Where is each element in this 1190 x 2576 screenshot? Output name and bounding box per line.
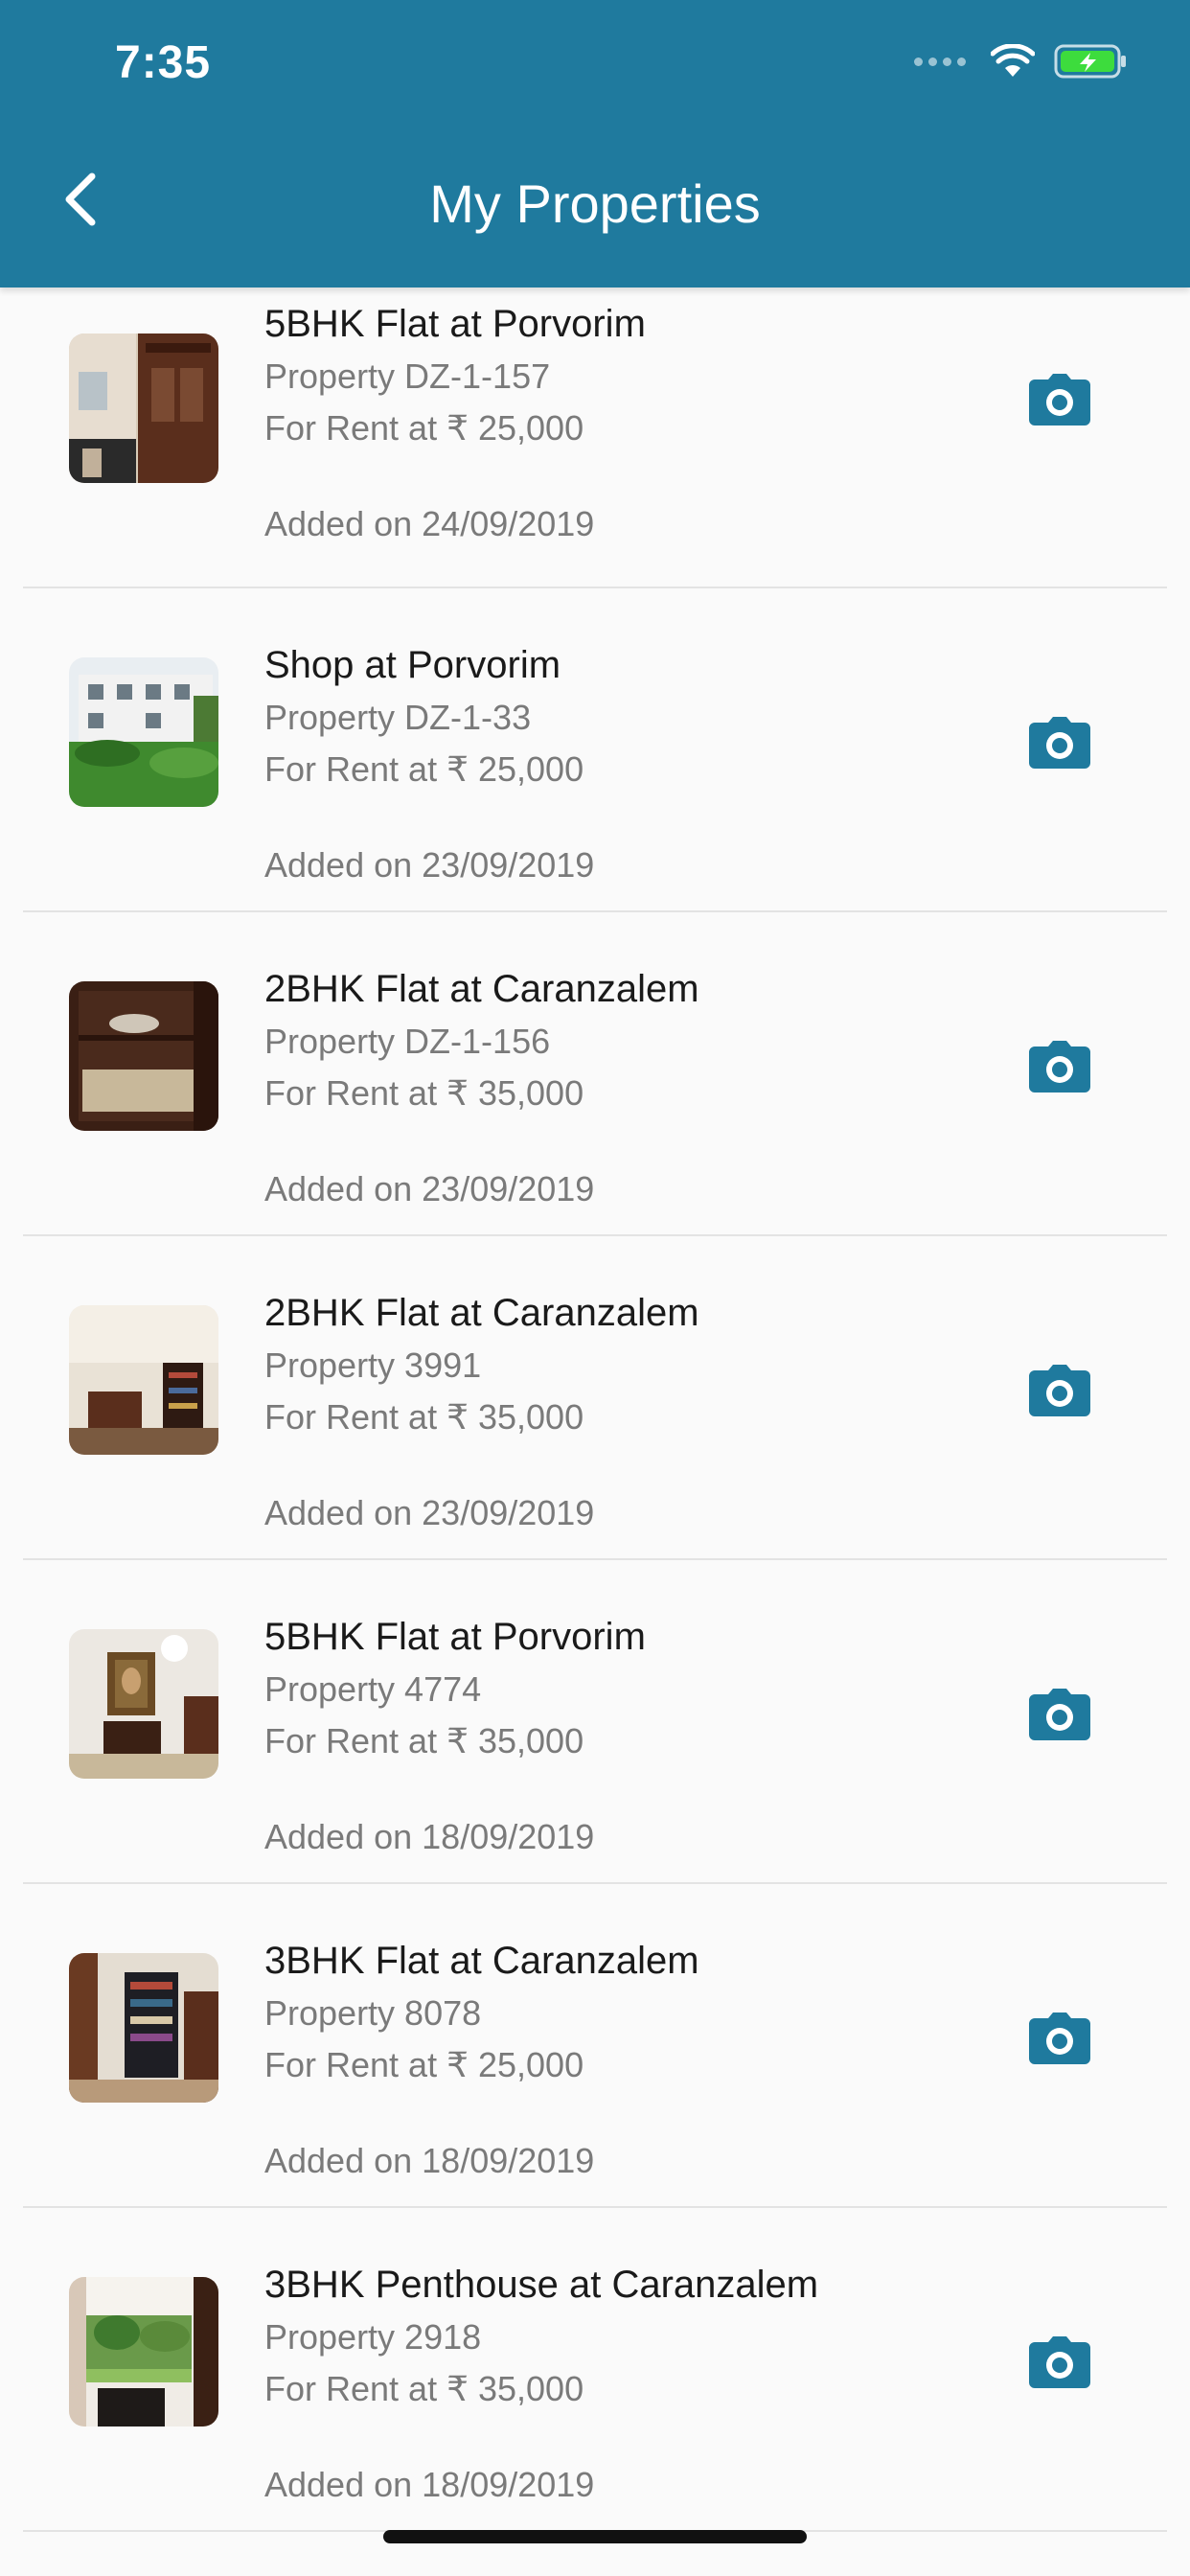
property-price: For Rent at ₹ 25,000: [264, 2045, 584, 2084]
property-id: Property DZ-1-33: [264, 698, 532, 737]
property-row[interactable]: 5BHK Flat at Porvorim Property DZ-1-157 …: [0, 288, 1190, 588]
camera-icon[interactable]: [1029, 372, 1090, 426]
property-price: For Rent at ₹ 35,000: [264, 1721, 584, 1760]
camera-icon[interactable]: [1029, 2011, 1090, 2064]
property-row[interactable]: 2BHK Flat at Caranzalem Property DZ-1-15…: [0, 912, 1190, 1236]
property-id: Property 2918: [264, 2317, 482, 2357]
property-info: 2BHK Flat at Caranzalem Property 3991 Fo…: [264, 1286, 979, 1539]
property-id: Property DZ-1-157: [264, 356, 551, 396]
property-id: Property 8078: [264, 1993, 482, 2033]
status-icons: [914, 44, 1129, 79]
app-header: 7:35 My Properties: [0, 0, 1190, 288]
property-row[interactable]: Shop at Porvorim Property DZ-1-33 For Re…: [0, 588, 1190, 912]
property-thumbnail[interactable]: [69, 334, 218, 483]
property-info: 5BHK Flat at Porvorim Property 4774 For …: [264, 1610, 979, 1863]
camera-icon[interactable]: [1029, 1687, 1090, 1740]
property-row[interactable]: 5BHK Flat at Porvorim Property 4774 For …: [0, 1560, 1190, 1884]
property-info: 2BHK Flat at Caranzalem Property DZ-1-15…: [264, 962, 979, 1215]
camera-icon[interactable]: [1029, 1363, 1090, 1416]
home-indicator[interactable]: [383, 2530, 807, 2543]
status-time: 7:35: [115, 37, 212, 88]
property-thumbnail[interactable]: [69, 981, 218, 1131]
property-id: Property 3991: [264, 1346, 482, 1385]
property-title: 5BHK Flat at Porvorim: [264, 1616, 646, 1658]
battery-icon: [1054, 44, 1126, 79]
property-added-date: Added on 23/09/2019: [264, 1493, 595, 1532]
property-price: For Rent at ₹ 35,000: [264, 2369, 584, 2408]
camera-icon[interactable]: [1029, 1039, 1090, 1092]
property-title: 5BHK Flat at Porvorim: [264, 303, 646, 345]
property-thumbnail[interactable]: [69, 1953, 218, 2103]
property-added-date: Added on 18/09/2019: [264, 2141, 595, 2180]
property-info: 5BHK Flat at Porvorim Property DZ-1-157 …: [264, 297, 979, 550]
property-added-date: Added on 18/09/2019: [264, 2465, 595, 2504]
wifi-icon: [991, 44, 1035, 77]
property-row[interactable]: 3BHK Penthouse at Caranzalem Property 29…: [0, 2208, 1190, 2532]
property-title: 2BHK Flat at Caranzalem: [264, 1292, 699, 1334]
property-info: Shop at Porvorim Property DZ-1-33 For Re…: [264, 638, 979, 891]
property-title: 3BHK Flat at Caranzalem: [264, 1940, 699, 1982]
property-id: Property 4774: [264, 1669, 482, 1709]
property-added-date: Added on 23/09/2019: [264, 845, 595, 885]
property-info: 3BHK Flat at Caranzalem Property 8078 Fo…: [264, 1934, 979, 2187]
property-thumbnail[interactable]: [69, 1629, 218, 1779]
property-thumbnail[interactable]: [69, 657, 218, 807]
page-title: My Properties: [429, 173, 761, 234]
property-list: 5BHK Flat at Porvorim Property DZ-1-157 …: [0, 288, 1190, 2532]
property-added-date: Added on 18/09/2019: [264, 1817, 595, 1856]
property-price: For Rent at ₹ 35,000: [264, 1397, 584, 1437]
property-id: Property DZ-1-156: [264, 1022, 551, 1061]
property-thumbnail[interactable]: [69, 1305, 218, 1455]
property-price: For Rent at ₹ 35,000: [264, 1073, 584, 1113]
signal-icon: [914, 57, 966, 66]
camera-icon[interactable]: [1029, 2334, 1090, 2388]
property-info: 3BHK Penthouse at Caranzalem Property 29…: [264, 2258, 979, 2511]
property-title: 3BHK Penthouse at Caranzalem: [264, 2264, 819, 2306]
property-row[interactable]: 2BHK Flat at Caranzalem Property 3991 Fo…: [0, 1236, 1190, 1560]
property-price: For Rent at ₹ 25,000: [264, 408, 584, 448]
property-title: Shop at Porvorim: [264, 644, 561, 686]
property-price: For Rent at ₹ 25,000: [264, 749, 584, 789]
property-title: 2BHK Flat at Caranzalem: [264, 968, 699, 1010]
property-added-date: Added on 23/09/2019: [264, 1169, 595, 1208]
property-row[interactable]: 3BHK Flat at Caranzalem Property 8078 Fo…: [0, 1884, 1190, 2208]
camera-icon[interactable]: [1029, 715, 1090, 769]
property-added-date: Added on 24/09/2019: [264, 504, 595, 543]
property-thumbnail[interactable]: [69, 2277, 218, 2426]
